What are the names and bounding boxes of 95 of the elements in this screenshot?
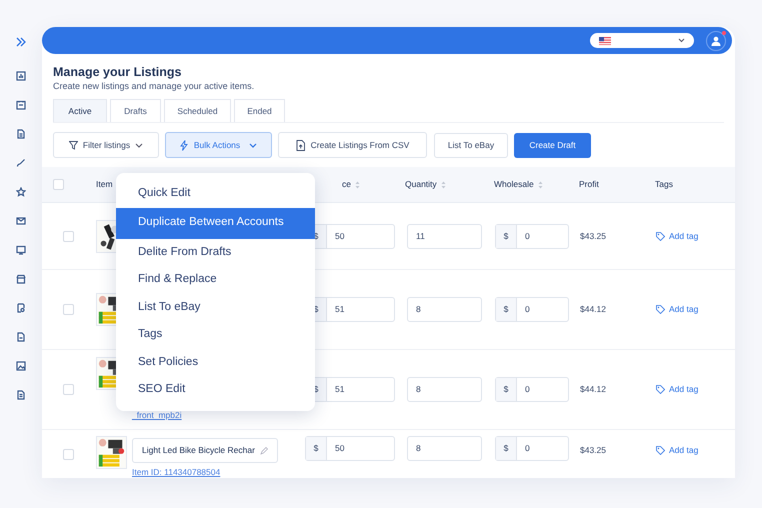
tag-icon: [656, 305, 665, 314]
csv-import-button[interactable]: Create Listings From CSV: [278, 132, 427, 158]
add-tag-link[interactable]: Add tag: [656, 230, 698, 242]
filter-button[interactable]: Filter listings: [53, 132, 159, 158]
currency-label: $: [496, 378, 517, 401]
field-value: 0: [524, 383, 530, 396]
list-to-ebay-button[interactable]: List To eBay: [434, 132, 508, 158]
tag-icon: [656, 446, 665, 455]
chevron-down-icon: [249, 142, 258, 148]
title-field[interactable]: Light Led Bike Bicycle Rechar: [132, 438, 278, 463]
field-value: 0: [524, 230, 530, 243]
store-icon[interactable]: [16, 274, 26, 284]
search-document-icon[interactable]: [16, 303, 26, 313]
wholesale-field[interactable]: $ 0: [495, 436, 569, 461]
chevron-down-icon: [135, 142, 144, 148]
chevron-down-icon: [678, 38, 685, 43]
quantity-field[interactable]: 8: [407, 436, 482, 461]
menu-item[interactable]: Tags: [116, 321, 315, 348]
file-icon[interactable]: [16, 332, 26, 342]
country-select[interactable]: [590, 33, 694, 48]
wholesale-field[interactable]: $ 0: [495, 377, 569, 402]
quantity-field[interactable]: 8: [407, 297, 482, 322]
checkbox[interactable]: [63, 384, 74, 395]
column-label: ce: [342, 178, 351, 191]
field-value: 50: [334, 230, 344, 243]
tab[interactable]: Drafts: [110, 99, 161, 122]
bulk-actions-button[interactable]: Bulk Actions: [165, 132, 272, 158]
menu-item[interactable]: Find & Replace: [116, 266, 315, 294]
item-id-link[interactable]: Item ID: 114340788504: [132, 466, 278, 479]
create-draft-button[interactable]: Create Draft: [514, 132, 591, 158]
profit-value: $43.25: [580, 230, 606, 242]
field-value: 0: [524, 442, 530, 456]
sort-icon: [538, 180, 543, 188]
tab[interactable]: Ended: [234, 99, 285, 122]
text-file-icon[interactable]: [16, 390, 26, 400]
price-field[interactable]: $ 50: [305, 436, 395, 461]
checkbox[interactable]: [53, 179, 64, 190]
filter-icon: [68, 140, 78, 150]
wholesale-field[interactable]: $ 0: [495, 297, 569, 322]
checkbox[interactable]: [63, 230, 74, 242]
quantity-field[interactable]: 11: [407, 224, 482, 248]
monitor-icon[interactable]: [16, 245, 26, 255]
lightning-icon: [180, 140, 188, 150]
checkbox[interactable]: [63, 304, 74, 315]
profit-value: $44.12: [580, 303, 606, 316]
column-label: Item: [96, 178, 113, 191]
field-value: 51: [334, 383, 344, 396]
sort-icon: [440, 180, 446, 188]
brush-icon[interactable]: [16, 158, 26, 168]
expand-icon[interactable]: [16, 37, 26, 47]
column-header-cell[interactable]: Profit: [574, 178, 650, 191]
star-icon[interactable]: [16, 187, 26, 197]
column-label: Profit: [579, 178, 599, 191]
field-value: 0: [524, 303, 530, 316]
flag-icon: [599, 36, 611, 44]
currency-label: $: [306, 437, 327, 460]
currency-label: $: [496, 437, 517, 460]
column-header-cell[interactable]: Tags: [650, 178, 735, 191]
checkbox[interactable]: [63, 449, 74, 460]
currency-label: $: [496, 224, 517, 248]
profit-value: $44.12: [580, 383, 606, 396]
add-tag-link[interactable]: Add tag: [656, 383, 698, 396]
user-icon: [711, 36, 721, 46]
menu-item[interactable]: Duplicate Between Accounts: [116, 208, 315, 238]
field-value: 50: [334, 442, 344, 456]
menu-item[interactable]: Set Policies: [116, 348, 315, 376]
file-upload-icon: [296, 140, 305, 150]
profit-value: $43.25: [580, 444, 606, 457]
page-title: Manage your Listings: [53, 64, 182, 80]
quantity-field[interactable]: 8: [407, 377, 482, 402]
page-subtitle: Create new listings and manage your active items.: [53, 80, 256, 92]
tag-icon: [656, 232, 665, 240]
wholesale-field[interactable]: $ 0: [495, 224, 569, 248]
currency-label: $: [496, 298, 517, 321]
document-icon[interactable]: [16, 129, 26, 139]
column-header-cell[interactable]: Quantity: [400, 178, 489, 191]
image-file-icon[interactable]: [16, 361, 26, 371]
mail-icon[interactable]: [16, 216, 26, 226]
add-tag-link[interactable]: Add tag: [656, 303, 698, 316]
chart-icon[interactable]: [16, 71, 26, 81]
sort-icon: [354, 180, 360, 188]
clipboard-icon[interactable]: [16, 100, 26, 110]
add-tag-link[interactable]: Add tag: [656, 444, 698, 457]
field-value: 51: [334, 303, 344, 316]
column-label: Tags: [655, 178, 673, 191]
tab[interactable]: Active: [53, 99, 107, 122]
column-label: Quantity: [405, 178, 437, 191]
item-link[interactable]: _front_mpb2i: [132, 409, 182, 422]
tab[interactable]: Scheduled: [164, 99, 231, 122]
pencil-icon: [260, 446, 268, 454]
field-value: Light Led Bike Bicycle Rechar: [142, 444, 255, 457]
column-label: Wholesale: [494, 178, 534, 191]
column-header-cell[interactable]: Wholesale: [489, 178, 574, 191]
account-button[interactable]: [706, 30, 726, 50]
tag-icon: [656, 385, 665, 394]
